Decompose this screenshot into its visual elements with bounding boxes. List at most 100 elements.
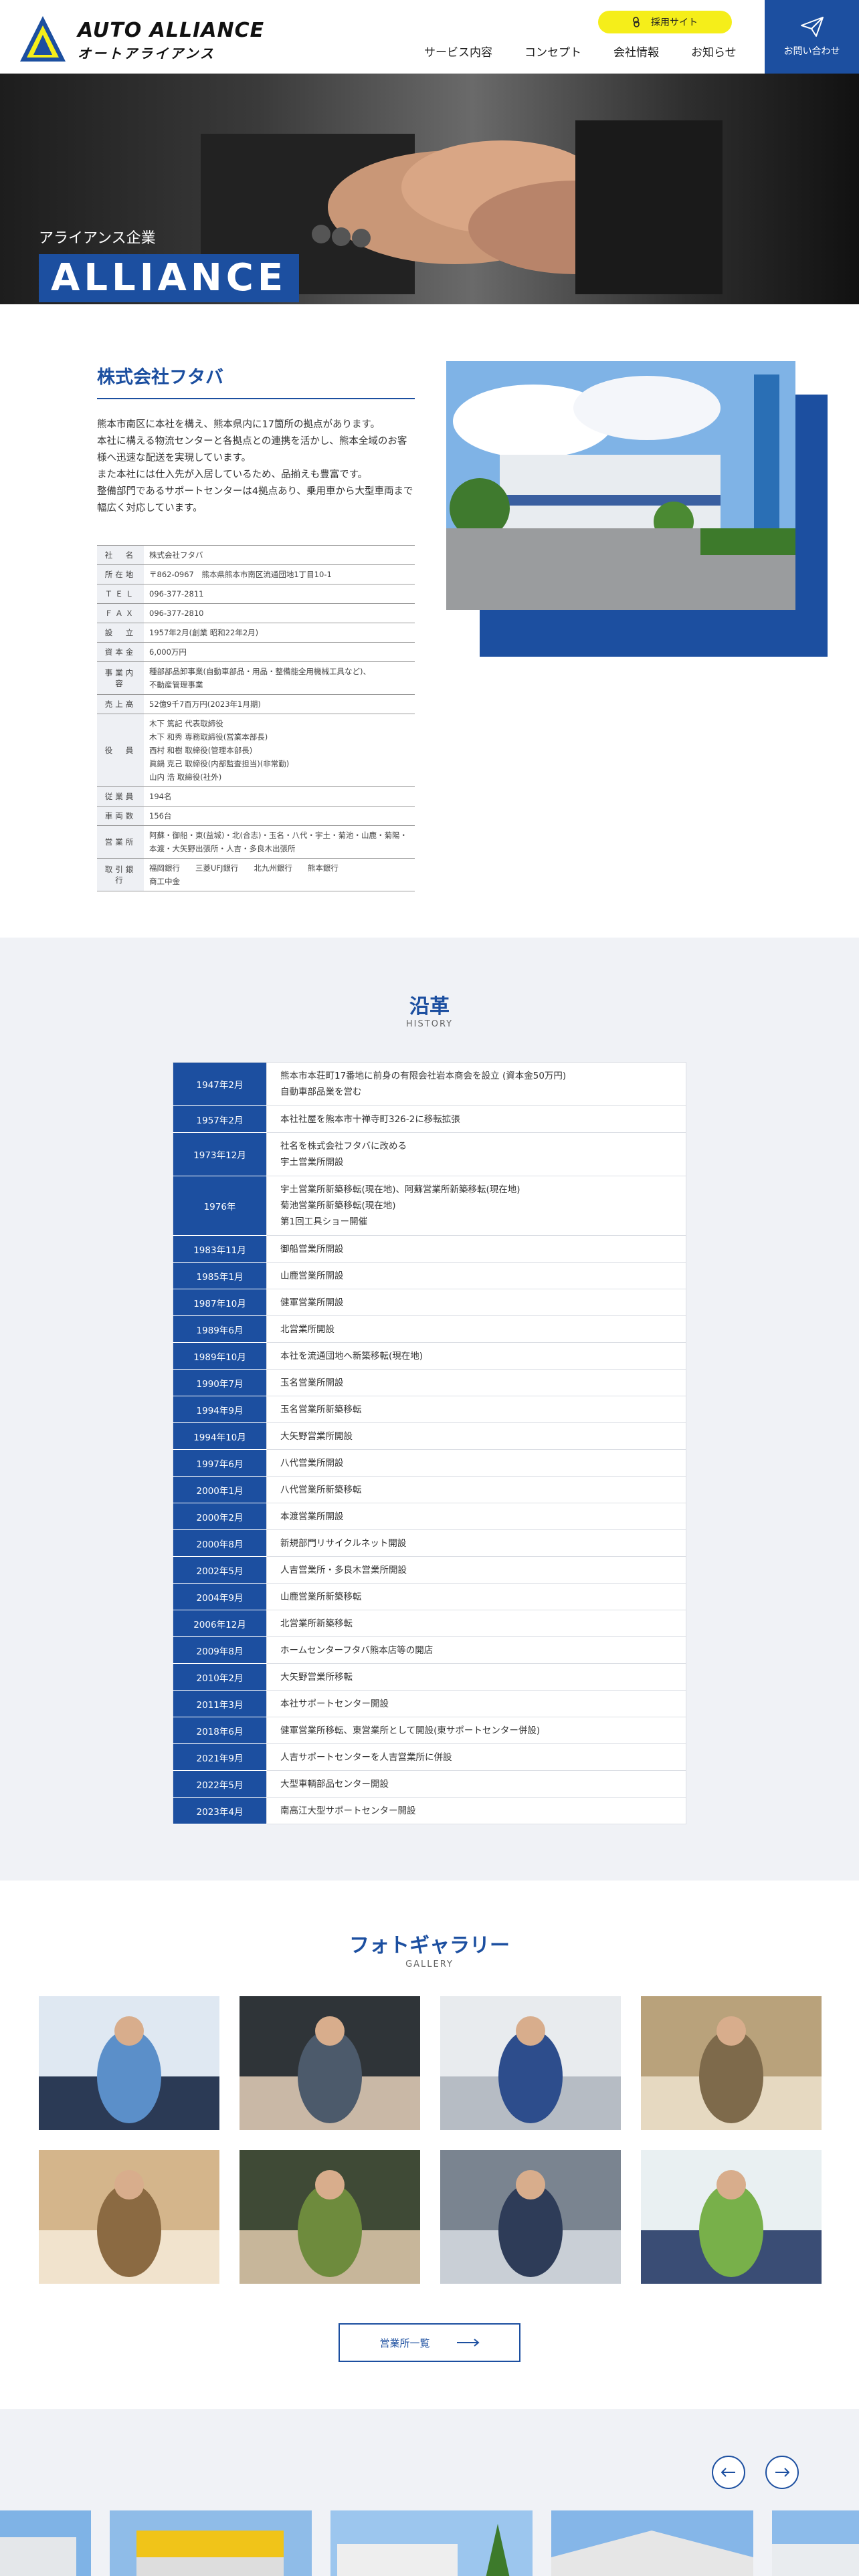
history-date: 2021年9月 xyxy=(173,1743,267,1771)
branch-photo[interactable] xyxy=(551,2510,753,2576)
company-info-row: 設 立 1957年2月(創業 昭和22年2月) xyxy=(97,623,415,643)
history-row: 2000年1月 八代営業所新築移転 xyxy=(173,1476,686,1503)
company-info-line: 096-377-2811 xyxy=(149,589,204,599)
company-info-line: 木下 和秀 専務取締役(営業本部長) xyxy=(149,732,268,742)
nav-services[interactable]: サービス内容 xyxy=(424,43,492,60)
company-info-value: 〒862-0967 熊本県熊本市南区流通団地1丁目10-1 xyxy=(144,564,415,584)
company-info-line: 1957年2月(創業 昭和22年2月) xyxy=(149,628,259,637)
company-info-line: 52億9千7百万円(2023年1月期) xyxy=(149,700,261,709)
company-info-table: 社 名株式会社フタバ 所在地 〒862-0967 熊本県熊本市南区流通団地1丁目10… xyxy=(97,545,415,891)
company-info-value: 木下 篤記 代表取締役 木下 和秀 専務取締役(営業本部長) 西村 和樹 取締役(管… xyxy=(144,714,415,787)
history-event-line: 人吉営業所・多良木営業所開設 xyxy=(280,1564,407,1576)
arrow-left-icon xyxy=(721,2468,735,2477)
company-info-key: 役 員 xyxy=(97,714,144,787)
slider-next-button[interactable] xyxy=(765,2456,799,2489)
history-date: 2010年2月 xyxy=(173,1663,267,1691)
slider-prev-button[interactable] xyxy=(712,2456,745,2489)
history-table: 1947年2月 熊本市本荘町17番地に前身の有限会社岩本商会を設立 (資本金50万… xyxy=(173,1062,686,1824)
history-event-line: 南高江大型サポートセンター開設 xyxy=(280,1805,416,1816)
site-header: AUTO ALLIANCE オートアライアンス 採用サイト サービス内容 コンセ… xyxy=(0,0,859,74)
company-info-line: 商工中金 xyxy=(149,877,180,886)
history-event: 熊本市本荘町17番地に前身の有限会社岩本商会を設立 (資本金50万円) 自動車部品… xyxy=(266,1062,686,1106)
gallery-photo[interactable] xyxy=(240,1996,420,2130)
gallery-photo[interactable] xyxy=(440,2150,621,2284)
history-event-line: 山鹿営業所新築移転 xyxy=(280,1591,362,1602)
history-event-line: 本社サポートセンター開設 xyxy=(280,1698,389,1709)
history-date: 2000年1月 xyxy=(173,1476,267,1503)
gallery-photo[interactable] xyxy=(641,2150,822,2284)
site-logo[interactable]: AUTO ALLIANCE オートアライアンス xyxy=(19,15,300,62)
description-line: また本社には仕入先が入居しているため、品揃えも豊富です。 xyxy=(97,469,368,480)
history-section: 沿革 HISTORY 1947年2月 熊本市本荘町17番地に前身の有限会社岩本商会… xyxy=(0,938,859,1881)
history-row: 1983年11月 御船営業所開設 xyxy=(173,1235,686,1263)
company-info-line: 眞鍋 克己 取締役(内部監査担当)(非常勤) xyxy=(149,759,290,768)
company-name: 株式会社フタバ xyxy=(97,362,415,399)
company-description: 熊本市南区に本社を構え、熊本県内に17箇所の拠点があります。 本社に構える物流セ… xyxy=(97,417,415,517)
branch-slider xyxy=(0,2409,859,2576)
contact-label: お問い合わせ xyxy=(783,46,840,57)
history-row: 1947年2月 熊本市本荘町17番地に前身の有限会社岩本商会を設立 (資本金50万… xyxy=(173,1062,686,1106)
history-event: 大矢野営業所開設 xyxy=(266,1422,686,1450)
company-info-line: 6,000万円 xyxy=(149,647,187,657)
history-event: 北営業所開設 xyxy=(266,1315,686,1343)
company-info-row: 社 名株式会社フタバ xyxy=(97,545,415,565)
history-event: 玉名営業所新築移転 xyxy=(266,1396,686,1423)
history-date: 1973年12月 xyxy=(173,1132,267,1176)
history-event: 人吉サポートセンターを人吉営業所に併設 xyxy=(266,1743,686,1771)
branch-photo[interactable] xyxy=(330,2510,533,2576)
company-info-line: 阿蘇・御船・東(益城)・北(合志)・玉名・八代・宇土・菊池・山鹿・菊陽・本渡・大… xyxy=(149,831,407,853)
company-info-line: 不動産管理事業 xyxy=(149,680,203,689)
company-info-row: 資本金 6,000万円 xyxy=(97,642,415,662)
company-info-line: 株式会社フタバ xyxy=(149,550,203,560)
history-row: 1985年1月 山鹿営業所開設 xyxy=(173,1262,686,1289)
history-date: 2000年8月 xyxy=(173,1529,267,1557)
company-info-value: 福岡銀行 三菱UFJ銀行 北九州銀行 熊本銀行 商工中金 xyxy=(144,858,415,891)
gallery-photo[interactable] xyxy=(39,2150,219,2284)
gallery-photo[interactable] xyxy=(240,2150,420,2284)
branch-photo[interactable] xyxy=(0,2510,91,2576)
history-row: 2010年2月 大矢野営業所移転 xyxy=(173,1663,686,1691)
nav-news[interactable]: お知らせ xyxy=(691,43,737,60)
history-event: 本社社屋を熊本市十禅寺町326-2に移転拡張 xyxy=(266,1105,686,1133)
company-info-line: 156台 xyxy=(149,811,172,821)
company-info-key: 設 立 xyxy=(97,623,144,643)
nav-company[interactable]: 会社情報 xyxy=(613,43,659,60)
history-date: 2018年6月 xyxy=(173,1717,267,1744)
history-row: 2000年8月 新規部門リサイクルネット開設 xyxy=(173,1529,686,1557)
history-row: 1994年9月 玉名営業所新築移転 xyxy=(173,1396,686,1423)
company-info-key: 売上高 xyxy=(97,694,144,714)
branch-photo[interactable] xyxy=(110,2510,312,2576)
company-info-line: 山内 浩 取締役(社外) xyxy=(149,772,222,782)
history-date: 2006年12月 xyxy=(173,1610,267,1637)
company-info-row: 役 員木下 篤記 代表取締役 木下 和秀 専務取締役(営業本部長) 西村 和樹 取締… xyxy=(97,714,415,787)
nav-concept[interactable]: コンセプト xyxy=(524,43,581,60)
branch-list-label: 営業所一覧 xyxy=(379,2337,430,2349)
branch-photo[interactable] xyxy=(772,2510,859,2576)
company-info-row: 営業所 阿蘇・御船・東(益城)・北(合志)・玉名・八代・宇土・菊池・山鹿・菊陽・本… xyxy=(97,825,415,859)
gallery-photo[interactable] xyxy=(440,1996,621,2130)
company-info-row: 従業員 194名 xyxy=(97,786,415,807)
contact-button[interactable]: お問い合わせ xyxy=(765,0,859,74)
history-row: 1976年 宇土営業所新築移転(現在地)、阿蘇営業所新築移転(現在地) 菊池営業所新… xyxy=(173,1176,686,1236)
branch-list-button[interactable]: 営業所一覧 xyxy=(339,2323,520,2362)
history-event: 本社サポートセンター開設 xyxy=(266,1690,686,1717)
recruit-site-button[interactable]: 採用サイト xyxy=(598,11,732,33)
history-date: 1990年7月 xyxy=(173,1369,267,1396)
gallery-title: フォトギャラリー xyxy=(349,1934,510,1957)
history-event: 大型車輌部品センター開設 xyxy=(266,1770,686,1798)
company-info-key: 資本金 xyxy=(97,642,144,662)
history-event-line: 玉名営業所開設 xyxy=(280,1377,344,1388)
company-info-key: 営業所 xyxy=(97,825,144,859)
company-info-key: ＦＡＸ xyxy=(97,603,144,623)
company-info-row: 取引銀行 福岡銀行 三菱UFJ銀行 北九州銀行 熊本銀行 商工中金 xyxy=(97,858,415,891)
history-row: 2011年3月 本社サポートセンター開設 xyxy=(173,1690,686,1717)
gallery-photo[interactable] xyxy=(39,1996,219,2130)
history-event-line: 本社社屋を熊本市十禅寺町326-2に移転拡張 xyxy=(280,1113,460,1125)
company-info-value: 阿蘇・御船・東(益城)・北(合志)・玉名・八代・宇土・菊池・山鹿・菊陽・本渡・大… xyxy=(144,825,415,859)
history-event-line: 大矢野営業所開設 xyxy=(280,1430,353,1442)
gallery-photo[interactable] xyxy=(641,1996,822,2130)
history-row: 1989年6月 北営業所開設 xyxy=(173,1315,686,1343)
paper-plane-icon xyxy=(800,17,824,37)
company-info-line: 〒862-0967 熊本県熊本市南区流通団地1丁目10-1 xyxy=(149,570,332,579)
history-subtitle: HISTORY xyxy=(405,1019,454,1029)
